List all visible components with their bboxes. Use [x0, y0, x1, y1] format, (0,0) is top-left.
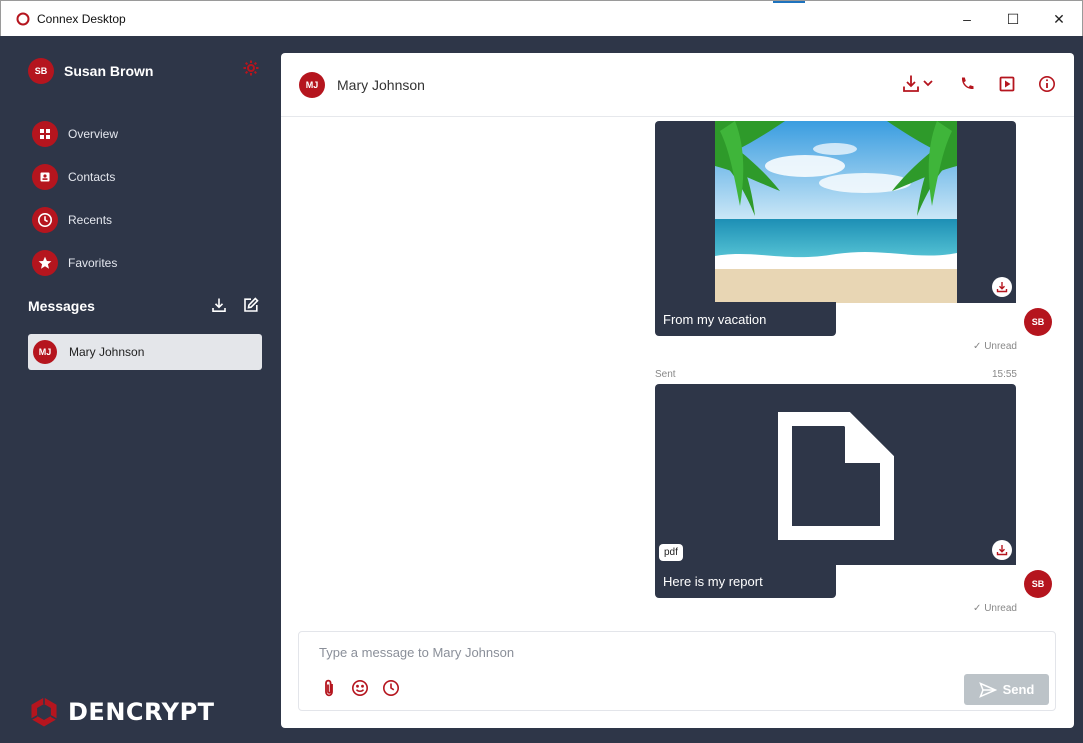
- dencrypt-logo: DENCRYPT: [28, 696, 215, 728]
- info-icon[interactable]: [1034, 71, 1060, 97]
- avatar: MJ: [299, 71, 325, 98]
- clock-icon: [32, 207, 58, 233]
- nav-label: Contacts: [68, 170, 116, 184]
- download-icon[interactable]: [992, 277, 1012, 297]
- download-icon[interactable]: [992, 540, 1012, 560]
- send-icon: [978, 681, 997, 698]
- logo-text: DENCRYPT: [68, 698, 215, 726]
- message-caption: From my vacation: [655, 302, 836, 336]
- nav-label: Favorites: [68, 256, 118, 270]
- attachment-icon[interactable]: [319, 678, 339, 698]
- phone-icon[interactable]: [954, 71, 980, 97]
- message-input[interactable]: [319, 642, 1019, 662]
- send-label: Send: [1002, 682, 1035, 697]
- document-icon: [778, 412, 894, 540]
- download-menu-button[interactable]: [900, 71, 940, 97]
- read-status: ✓ Unread: [973, 603, 1017, 614]
- sidebar: SB Susan Brown Overview Contacts Recents: [0, 36, 280, 743]
- download-chevron-icon: [903, 75, 933, 92]
- nav-item-recents[interactable]: Recents: [32, 206, 118, 234]
- messages-header: Messages: [28, 297, 262, 314]
- window-title: Connex Desktop: [37, 11, 126, 26]
- avatar: SB: [1024, 308, 1052, 336]
- star-icon: [32, 250, 58, 276]
- emoji-icon[interactable]: [350, 678, 370, 698]
- read-status: ✓ Unread: [973, 341, 1017, 352]
- conversation-item[interactable]: MJ Mary Johnson: [28, 334, 262, 370]
- gear-icon[interactable]: [243, 60, 259, 76]
- vacation-photo: [715, 121, 957, 303]
- nav-item-overview[interactable]: Overview: [32, 120, 118, 148]
- message-composer: Send: [298, 631, 1056, 711]
- play-icon[interactable]: [994, 71, 1020, 97]
- grid-icon: [32, 121, 58, 147]
- message-sent-label: Sent: [655, 369, 676, 380]
- send-button[interactable]: Send: [964, 674, 1049, 705]
- nav-label: Overview: [68, 127, 119, 141]
- chat-panel: MJ Mary Johnson From my vacation SB ✓ Un…: [281, 53, 1074, 728]
- close-button[interactable]: ✕: [1036, 1, 1082, 37]
- messages-title: Messages: [28, 298, 95, 314]
- chat-contact-name: Mary Johnson: [337, 76, 425, 93]
- dencrypt-logo-icon: [31, 697, 57, 727]
- nav-item-favorites[interactable]: Favorites: [32, 249, 118, 277]
- contact-card-icon: [32, 164, 58, 190]
- download-icon[interactable]: [208, 294, 230, 316]
- avatar: MJ: [33, 340, 57, 364]
- title-bar: Connex Desktop – ☐ ✕: [0, 0, 1083, 36]
- user-name: Susan Brown: [64, 63, 154, 79]
- minimize-button[interactable]: –: [944, 1, 990, 37]
- timer-icon[interactable]: [381, 678, 401, 698]
- chat-header: MJ Mary Johnson: [281, 53, 1074, 117]
- compose-icon[interactable]: [240, 294, 262, 316]
- message-list[interactable]: From my vacation SB ✓ Unread Sent 15:55 …: [281, 118, 1074, 628]
- file-type-badge: pdf: [659, 544, 683, 561]
- message-caption: Here is my report: [655, 564, 836, 598]
- main-nav: Overview Contacts Recents Favorites: [32, 120, 118, 292]
- title-accent: [773, 1, 805, 3]
- app-logo-icon: [15, 11, 31, 27]
- maximize-button[interactable]: ☐: [990, 1, 1036, 37]
- message-time: 15:55: [991, 369, 1017, 380]
- avatar: SB: [28, 58, 54, 84]
- nav-label: Recents: [68, 213, 113, 227]
- conversation-name: Mary Johnson: [69, 345, 145, 359]
- user-profile[interactable]: SB Susan Brown: [28, 58, 153, 84]
- file-attachment[interactable]: pdf: [655, 384, 1016, 565]
- avatar: SB: [1024, 570, 1052, 598]
- image-attachment[interactable]: [655, 121, 1016, 303]
- nav-item-contacts[interactable]: Contacts: [32, 163, 118, 191]
